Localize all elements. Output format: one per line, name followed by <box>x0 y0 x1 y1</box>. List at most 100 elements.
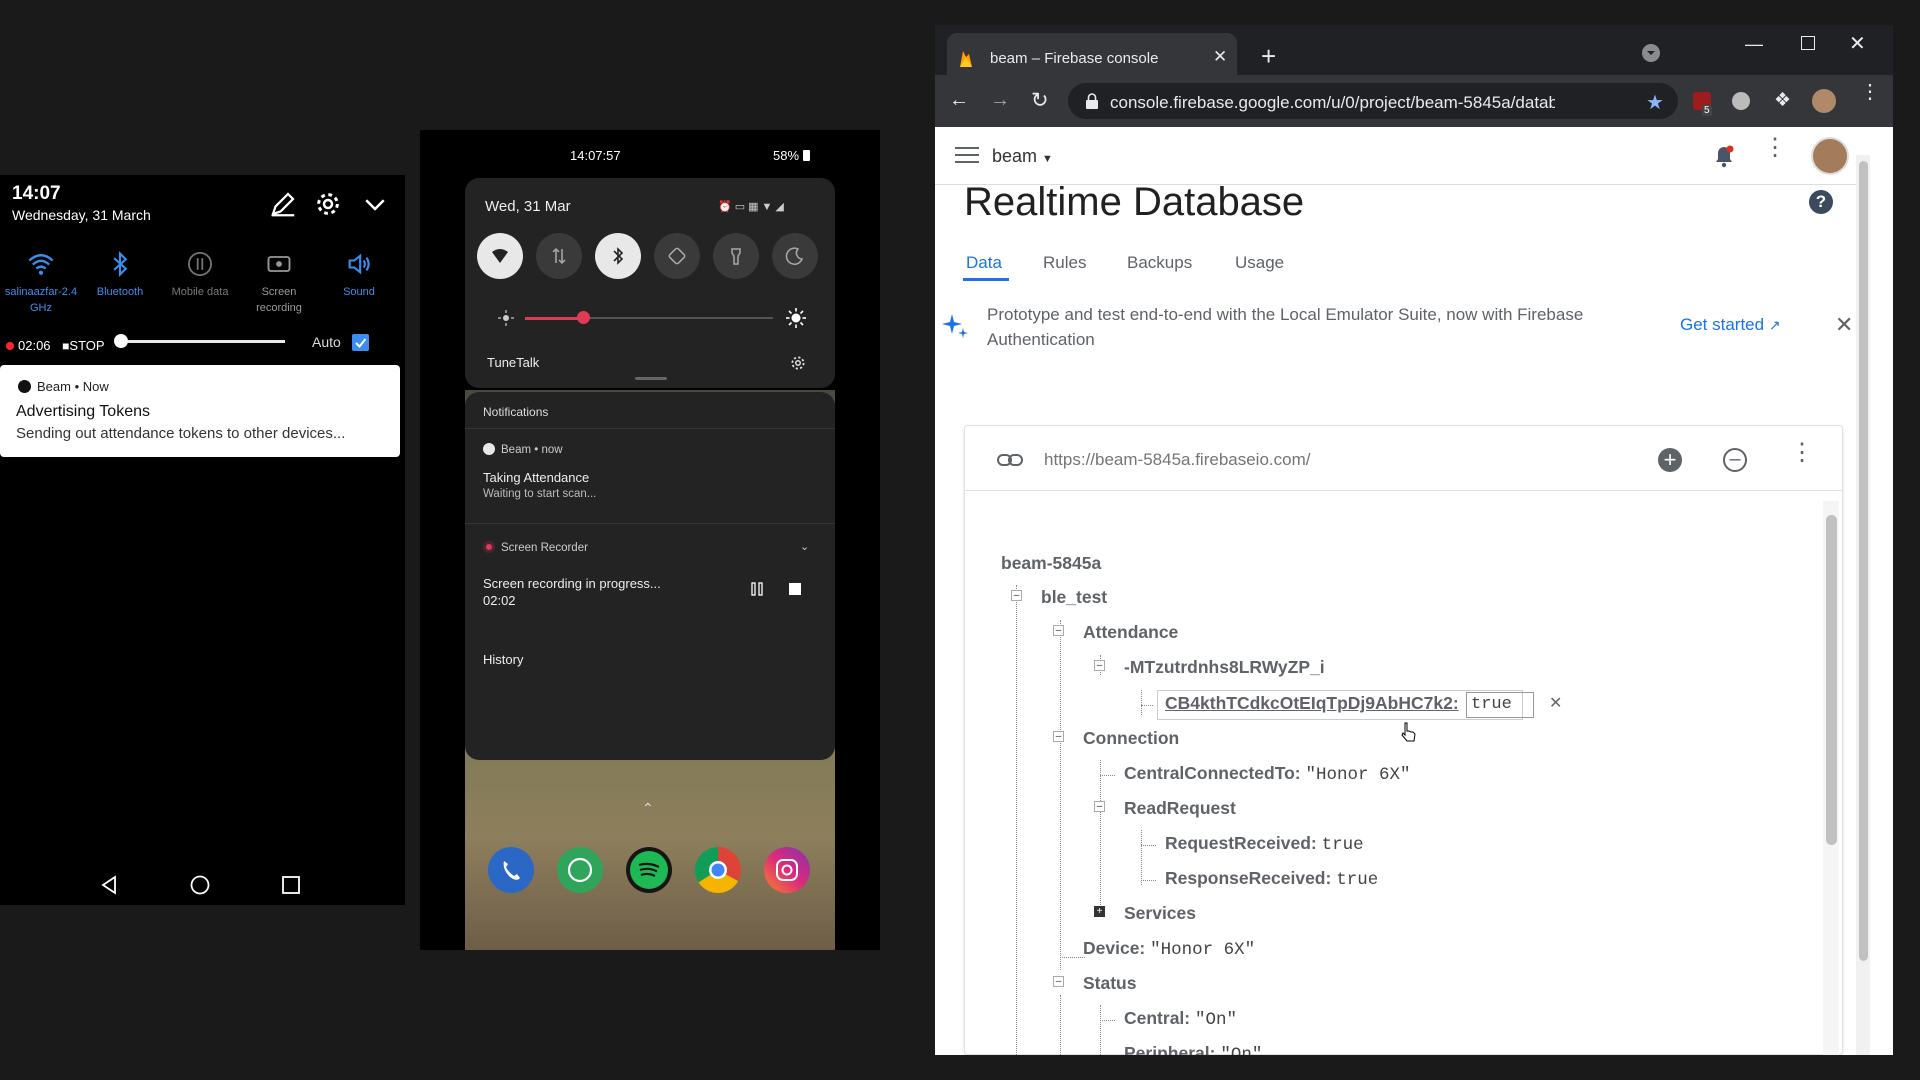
collapse-toggle-icon[interactable]: – <box>1011 590 1022 601</box>
tab-usage[interactable]: Usage <box>1235 253 1284 273</box>
whatsapp-icon[interactable] <box>557 847 603 893</box>
notification-bell-icon[interactable] <box>1713 144 1735 168</box>
qs-mobile-data-tile[interactable] <box>536 233 582 279</box>
settings-gear-icon[interactable] <box>313 189 343 219</box>
notification-card[interactable]: Beam • Now Advertising Tokens Sending ou… <box>0 365 400 457</box>
help-icon[interactable]: ? <box>1809 190 1833 214</box>
brightness-slider-knob[interactable] <box>114 334 128 348</box>
stop-icon[interactable] <box>789 583 801 595</box>
bookmark-star-icon[interactable]: ★ <box>1646 90 1664 115</box>
tree-node-read-request[interactable]: ReadRequest <box>1124 798 1236 819</box>
status-time: 14:07:57 <box>570 148 621 163</box>
back-arrow-icon[interactable]: ← <box>949 89 969 112</box>
tree-node-central-connected[interactable]: CentralConnectedTo: "Honor 6X" <box>1124 763 1411 785</box>
tab-search-icon[interactable] <box>1642 44 1660 62</box>
settings-gear-icon[interactable] <box>789 354 807 372</box>
tree-node-connection[interactable]: Connection <box>1083 728 1179 749</box>
tree-node-services[interactable]: Services <box>1124 903 1196 924</box>
beam-notification-title: Taking Attendance <box>483 470 590 485</box>
tile-mobile-data[interactable]: Mobile data <box>161 250 239 300</box>
collapse-toggle-icon[interactable]: – <box>1053 731 1064 742</box>
tree-node-ble-test[interactable]: ble_test <box>1041 587 1107 608</box>
tile-bluetooth[interactable]: Bluetooth <box>81 250 159 300</box>
edit-key-link[interactable]: CB4kthTCdkcOtEIqTpDj9AbHC7k2: <box>1165 693 1459 714</box>
collapse-all-icon[interactable]: – <box>1723 448 1747 472</box>
database-url[interactable]: https://beam-5845a.firebaseio.com/ <box>1044 450 1310 470</box>
new-tab-icon[interactable]: + <box>1261 41 1276 72</box>
close-window-icon[interactable]: ✕ <box>1849 31 1866 56</box>
minimize-icon[interactable]: — <box>1745 34 1763 55</box>
auto-brightness-checkbox[interactable] <box>352 334 369 351</box>
project-selector[interactable]: beam ▼ <box>992 146 1053 167</box>
collapse-toggle-icon[interactable]: – <box>1094 801 1105 812</box>
more-options-icon[interactable]: ⋮ <box>1763 136 1787 160</box>
address-url[interactable]: console.firebase.google.com/u/0/project/… <box>1110 93 1555 113</box>
tile-sound[interactable]: Sound <box>320 250 398 300</box>
data-menu-icon[interactable]: ⋮ <box>1790 441 1814 465</box>
close-tab-icon[interactable]: ✕ <box>1213 47 1227 67</box>
home-nav-icon[interactable] <box>188 873 212 897</box>
expand-all-icon[interactable]: + <box>1658 448 1682 472</box>
tree-node-status[interactable]: Status <box>1083 973 1136 994</box>
get-started-link[interactable]: Get started ↗ <box>1680 315 1781 335</box>
tree-node-device[interactable]: Device: "Honor 6X" <box>1083 938 1255 960</box>
extension-icon[interactable] <box>1732 92 1750 110</box>
page-scroll-thumb[interactable] <box>1859 161 1868 961</box>
cancel-edit-icon[interactable]: ✕ <box>1549 693 1562 713</box>
notification-app-label: Beam • Now <box>37 379 109 394</box>
tab-data[interactable]: Data <box>966 253 1002 273</box>
tree-root[interactable]: beam-5845a <box>1001 553 1101 574</box>
tab-rules[interactable]: Rules <box>1043 253 1086 273</box>
tree-node-response-received[interactable]: ResponseReceived: true <box>1165 868 1378 890</box>
expand-toggle-icon[interactable]: + <box>1094 906 1105 917</box>
dismiss-promo-icon[interactable]: ✕ <box>1835 312 1853 338</box>
brightness-slider-knob[interactable] <box>577 311 590 324</box>
brightness-low-icon <box>498 310 514 326</box>
phone-app-icon[interactable] <box>488 847 534 893</box>
tab-backups[interactable]: Backups <box>1127 253 1192 273</box>
collapse-chevron-icon[interactable] <box>360 189 390 219</box>
qs-wifi-tile[interactable] <box>477 233 523 279</box>
stop-recording-button[interactable]: STOP <box>69 338 104 353</box>
tree-node-request-received[interactable]: RequestReceived: true <box>1165 833 1364 855</box>
collapse-toggle-icon[interactable]: – <box>1094 660 1105 671</box>
back-nav-icon[interactable] <box>97 873 121 897</box>
brightness-slider[interactable] <box>120 340 285 343</box>
collapse-toggle-icon[interactable]: – <box>1053 625 1064 636</box>
tree-node-central[interactable]: Central: "On" <box>1124 1008 1237 1030</box>
record-dot-icon <box>6 342 14 350</box>
reload-icon[interactable]: ↻ <box>1031 88 1049 113</box>
tree-node-attendance-key[interactable]: -MTzutrdnhs8LRWyZP_i <box>1124 657 1325 678</box>
browser-menu-icon[interactable]: ⋮ <box>1860 82 1880 102</box>
qs-night-mode-tile[interactable] <box>772 233 818 279</box>
link-icon[interactable] <box>996 450 1024 470</box>
data-viewer-scroll-thumb[interactable] <box>1826 515 1837 845</box>
hamburger-menu-icon[interactable] <box>955 145 979 165</box>
recents-nav-icon[interactable] <box>279 873 303 897</box>
forward-arrow-icon[interactable]: → <box>990 89 1010 112</box>
lock-icon[interactable] <box>1085 93 1099 109</box>
tile-screen-recording[interactable]: Screen recording <box>240 250 318 316</box>
qs-bluetooth-tile[interactable] <box>595 233 641 279</box>
drag-handle[interactable] <box>635 377 667 380</box>
collapse-toggle-icon[interactable]: – <box>1053 976 1064 987</box>
maximize-icon[interactable] <box>1801 36 1815 50</box>
qs-flashlight-tile[interactable] <box>713 233 759 279</box>
history-button[interactable]: History <box>483 652 523 667</box>
tree-line <box>1141 880 1156 881</box>
edit-icon[interactable] <box>268 189 298 219</box>
account-avatar[interactable] <box>1811 137 1849 175</box>
edit-value-input[interactable]: true <box>1466 692 1534 718</box>
tree-node-peripheral[interactable]: Peripheral: "On" <box>1124 1043 1262 1055</box>
spotify-icon[interactable] <box>626 847 672 893</box>
tree-node-attendance[interactable]: Attendance <box>1083 622 1178 643</box>
expand-chevron-icon[interactable]: ⌄ <box>800 540 809 553</box>
extensions-puzzle-icon[interactable]: ❖ <box>1774 89 1791 112</box>
qs-autorotate-tile[interactable] <box>654 233 700 279</box>
screen-record-icon <box>265 250 293 278</box>
tile-wifi[interactable]: salinaazfar-2.4 GHz <box>2 250 80 316</box>
instagram-icon[interactable] <box>764 847 810 893</box>
profile-avatar[interactable] <box>1812 89 1836 113</box>
chrome-icon[interactable] <box>695 847 741 893</box>
pause-icon[interactable] <box>750 582 764 596</box>
